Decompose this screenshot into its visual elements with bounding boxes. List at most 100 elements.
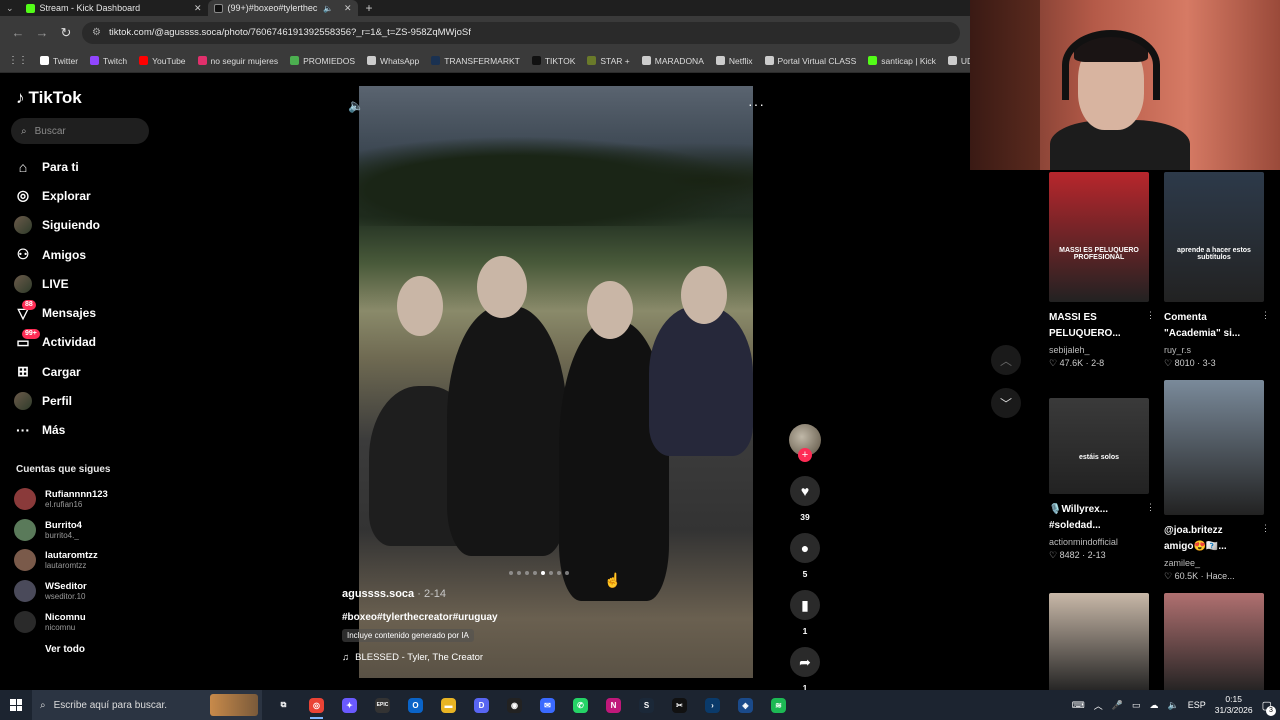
- taskbar-app-steam[interactable]: S: [635, 690, 658, 720]
- card-menu-icon[interactable]: ⋮: [1146, 310, 1155, 321]
- microphone-icon[interactable]: 🎤: [1112, 700, 1123, 711]
- tiktok-logo[interactable]: ♪ TikTok: [16, 88, 82, 108]
- comment-button[interactable]: ●: [790, 533, 820, 563]
- post-music[interactable]: ♫ BLESSED - Tyler, The Creator: [342, 652, 742, 663]
- tab-tiktok[interactable]: (99+)#boxeo#tylerthecreat 🔈 ✕: [207, 0, 358, 16]
- cloud-icon[interactable]: ☁: [1150, 700, 1159, 711]
- new-tab-button[interactable]: +: [358, 1, 381, 15]
- taskbar-app-outlook[interactable]: O: [404, 690, 427, 720]
- following-item[interactable]: WSeditor wseditor.10: [14, 576, 164, 607]
- following-item[interactable]: Nicomnu nicomnu: [14, 606, 164, 637]
- bookmark-item[interactable]: santicap | Kick: [868, 56, 936, 66]
- keyboard-icon[interactable]: ⌨: [1072, 700, 1085, 711]
- video-thumbnail[interactable]: MASSI ES PELUQUERO PROFESIONAL: [1049, 172, 1149, 302]
- video-thumbnail[interactable]: [1164, 380, 1264, 515]
- forward-icon[interactable]: →: [34, 25, 50, 40]
- taskbar-app-spotify[interactable]: ≋: [767, 690, 790, 720]
- nav-item-siguiendo[interactable]: Siguiendo: [14, 211, 164, 240]
- speaker-icon[interactable]: 🔈: [323, 4, 333, 13]
- tray-chevron-icon[interactable]: ︿: [1094, 699, 1103, 712]
- taskbar-app-file-explorer[interactable]: ▬: [437, 690, 460, 720]
- nav-item-live[interactable]: LIVE: [14, 269, 164, 298]
- nav-item-explorar[interactable]: ◎ Explorar: [14, 181, 164, 210]
- following-item[interactable]: Burrito4 burrito4._: [14, 515, 164, 546]
- volume-icon[interactable]: 🔈: [348, 98, 364, 114]
- suggested-video-user[interactable]: ruy_r.s: [1164, 345, 1264, 355]
- suggested-video-title[interactable]: Comenta "Academia" si...: [1164, 310, 1264, 342]
- see-all-link[interactable]: Ver todo: [45, 644, 85, 655]
- previous-post-button[interactable]: ︿: [991, 345, 1021, 375]
- suggested-video-card[interactable]: [1049, 593, 1149, 693]
- nav-item-amigos[interactable]: ⚇ Amigos: [14, 240, 164, 269]
- bookmark-item[interactable]: UDE: [947, 56, 970, 66]
- like-button[interactable]: ♥: [790, 476, 820, 506]
- suggested-video-user[interactable]: zamilee_: [1164, 558, 1264, 568]
- tab-kick-dashboard[interactable]: Stream - Kick Dashboard ✕: [20, 0, 208, 16]
- suggested-video-user[interactable]: actionmindofficial: [1049, 537, 1149, 547]
- following-item[interactable]: Rufiannnn123 el.rufian16: [14, 484, 164, 515]
- bookmark-item[interactable]: Twitter: [40, 56, 78, 66]
- nav-item-actividad[interactable]: ▭ 99+ Actividad: [14, 328, 164, 357]
- suggested-video-title[interactable]: MASSI ES PELUQUERO...: [1049, 310, 1149, 342]
- taskbar-app-obs[interactable]: ◉: [503, 690, 526, 720]
- nav-item-para-ti[interactable]: ⌂ Para ti: [14, 152, 164, 181]
- post-username[interactable]: agussss.soca: [342, 588, 414, 600]
- taskbar-app-messenger[interactable]: ✉: [536, 690, 559, 720]
- nav-item-perfil[interactable]: Perfil: [14, 386, 164, 415]
- close-tab-icon[interactable]: ✕: [194, 3, 202, 14]
- suggested-video-card[interactable]: aprende a hacer estos subtítulos Comenta …: [1164, 172, 1270, 369]
- suggested-video-card[interactable]: MASSI ES PELUQUERO PROFESIONAL MASSI ES P…: [1049, 172, 1155, 369]
- following-item[interactable]: lautaromtzz lautaromtzz: [14, 545, 164, 576]
- clock[interactable]: 0:15 31/3/2026: [1215, 694, 1253, 716]
- taskbar-app-security[interactable]: ◈: [734, 690, 757, 720]
- url-input[interactable]: ⚙ tiktok.com/@agussss.soca/photo/7606746…: [82, 21, 960, 44]
- bookmark-item[interactable]: TIKTOK: [531, 56, 575, 66]
- suggested-video-title[interactable]: @joa.britezz amigo😍🇽🇽...: [1164, 523, 1264, 555]
- bookmark-item[interactable]: Netflix: [715, 56, 753, 66]
- bookmark-item[interactable]: MARADONA: [641, 56, 704, 66]
- taskbar-app-whatsapp[interactable]: ✆: [569, 690, 592, 720]
- taskbar-app-copilot[interactable]: ✦: [338, 690, 361, 720]
- nav-item-cargar[interactable]: ⊞ Cargar: [14, 357, 164, 386]
- taskbar-app-discord[interactable]: D: [470, 690, 493, 720]
- save-button[interactable]: ▮: [790, 590, 820, 620]
- post-hashtags[interactable]: #boxeo#tylerthecreator#uruguay: [342, 612, 742, 623]
- volume-icon[interactable]: 🔈: [1168, 700, 1179, 711]
- next-post-button[interactable]: ﹀: [991, 388, 1021, 418]
- bookmark-item[interactable]: PROMIEDOS: [290, 56, 355, 66]
- card-menu-icon[interactable]: ⋮: [1261, 523, 1270, 534]
- video-thumbnail[interactable]: [1049, 593, 1149, 693]
- card-menu-icon[interactable]: ⋮: [1146, 502, 1155, 513]
- taskbar-app-task-view[interactable]: ⧉: [272, 690, 295, 720]
- nav-item-m-s[interactable]: ··· Más: [14, 416, 164, 445]
- apps-grid-icon[interactable]: ⋮⋮: [8, 55, 28, 66]
- suggested-video-card[interactable]: estáis solos 🎙️Willyrex... #soledad... ⋮ ac…: [1049, 398, 1155, 561]
- bookmark-item[interactable]: Twitch: [90, 56, 127, 66]
- notification-button[interactable]: ▢ 3: [1262, 699, 1276, 716]
- nav-item-mensajes[interactable]: ▽ 88 Mensajes: [14, 298, 164, 327]
- language-indicator[interactable]: ESP: [1188, 700, 1206, 710]
- taskbar-app-terminal[interactable]: ›: [701, 690, 724, 720]
- suggested-video-user[interactable]: sebijaleh_: [1049, 345, 1149, 355]
- more-options-icon[interactable]: ···: [748, 96, 765, 112]
- taskbar-search-input[interactable]: ⌕ Escribe aquí para buscar.: [32, 690, 262, 720]
- card-menu-icon[interactable]: ⋮: [1261, 310, 1270, 321]
- taskbar-app-onenote[interactable]: N: [602, 690, 625, 720]
- taskbar-app-epic-games[interactable]: EPIC: [371, 690, 394, 720]
- share-button[interactable]: ➦: [790, 647, 820, 677]
- tab-search-icon[interactable]: ⌄: [0, 3, 20, 14]
- taskbar-app-chrome[interactable]: ◎: [305, 690, 328, 720]
- author-avatar[interactable]: +: [789, 424, 821, 462]
- video-thumbnail[interactable]: estáis solos: [1049, 398, 1149, 494]
- carousel-dots[interactable]: [509, 571, 569, 575]
- bookmark-item[interactable]: WhatsApp: [367, 56, 419, 66]
- site-info-icon[interactable]: ⚙: [92, 27, 101, 38]
- bookmark-item[interactable]: YouTube: [139, 56, 186, 66]
- taskbar-app-capcut[interactable]: ✂: [668, 690, 691, 720]
- video-thumbnail[interactable]: aprende a hacer estos subtítulos: [1164, 172, 1264, 302]
- reload-icon[interactable]: ↻: [58, 25, 74, 41]
- bookmark-item[interactable]: Portal Virtual CLASS: [764, 56, 856, 66]
- suggested-video-card[interactable]: [1164, 593, 1264, 693]
- bookmark-item[interactable]: TRANSFERMARKT: [431, 56, 520, 66]
- search-input[interactable]: ⌕ Buscar: [11, 118, 149, 144]
